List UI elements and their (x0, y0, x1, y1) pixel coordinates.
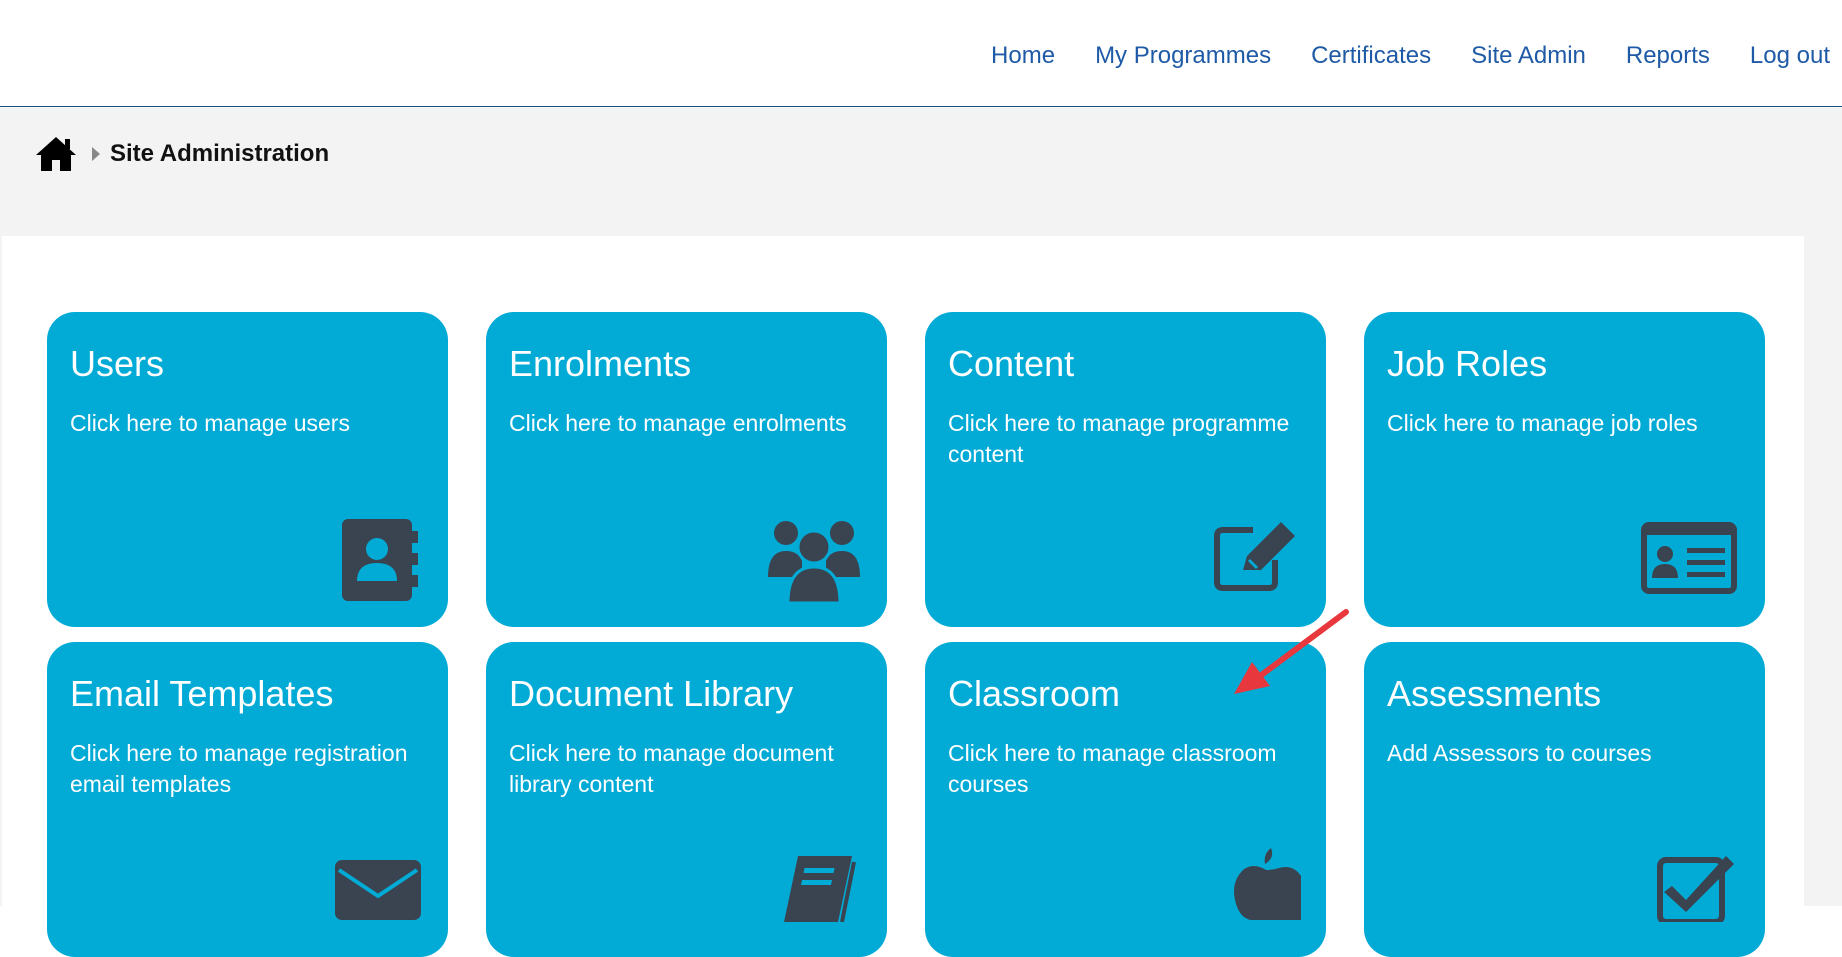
tile-description: Click here to manage programme content (948, 410, 1290, 467)
nav-certificates[interactable]: Certificates (1311, 42, 1431, 70)
breadcrumb: Site Administration (34, 134, 329, 174)
book-icon (778, 852, 858, 927)
nav-home[interactable]: Home (991, 42, 1055, 70)
tile-title: Document Library (509, 673, 794, 714)
tile-enrolments[interactable]: Enrolments Click here to manage enrolmen… (486, 312, 887, 627)
tile-title: Enrolments (509, 343, 692, 384)
tile-description: Click here to manage classroom courses (948, 740, 1277, 797)
address-book-icon (340, 517, 420, 608)
tile-email-templates[interactable]: Email Templates Click here to manage reg… (47, 642, 448, 957)
users-group-icon (768, 517, 860, 608)
page-title: Site Administration (110, 140, 330, 167)
tile-description: Click here to manage users (70, 410, 350, 436)
tile-title: Job Roles (1387, 343, 1548, 384)
tile-title: Users (70, 343, 165, 384)
home-icon[interactable] (34, 135, 78, 173)
tile-description: Click here to manage registration email … (70, 740, 408, 797)
tile-content[interactable]: Content Click here to manage programme c… (925, 312, 1326, 627)
tile-description: Add Assessors to courses (1387, 740, 1652, 766)
tile-title: Classroom (948, 673, 1121, 714)
top-navigation-bar: Home My Programmes Certificates Site Adm… (0, 0, 1842, 107)
nav-my-programmes[interactable]: My Programmes (1095, 42, 1271, 70)
tile-job-roles[interactable]: Job Roles Click here to manage job roles (1364, 312, 1765, 627)
envelope-icon (335, 860, 421, 925)
edit-pencil-icon (1213, 520, 1299, 597)
nav-log-out[interactable]: Log out (1750, 42, 1830, 70)
tile-classroom[interactable]: Classroom Click here to manage classroom… (925, 642, 1326, 957)
tile-assessments[interactable]: Assessments Add Assessors to courses (1364, 642, 1765, 957)
tile-description: Click here to manage enrolments (509, 410, 847, 436)
id-card-icon (1641, 522, 1737, 599)
tile-users[interactable]: Users Click here to manage users (47, 312, 448, 627)
apple-icon (1231, 846, 1301, 925)
tile-description: Click here to manage document library co… (509, 740, 834, 797)
tile-title: Assessments (1387, 673, 1602, 714)
tile-document-library[interactable]: Document Library Click here to manage do… (486, 642, 887, 957)
checkbox-icon (1656, 852, 1736, 927)
caret-right-icon (92, 147, 100, 161)
tile-title: Content (948, 343, 1075, 384)
nav-reports[interactable]: Reports (1626, 42, 1710, 70)
nav-site-admin[interactable]: Site Admin (1471, 42, 1586, 70)
tile-title: Email Templates (70, 673, 334, 714)
main-nav: Home My Programmes Certificates Site Adm… (991, 42, 1830, 70)
tile-description: Click here to manage job roles (1387, 410, 1698, 436)
